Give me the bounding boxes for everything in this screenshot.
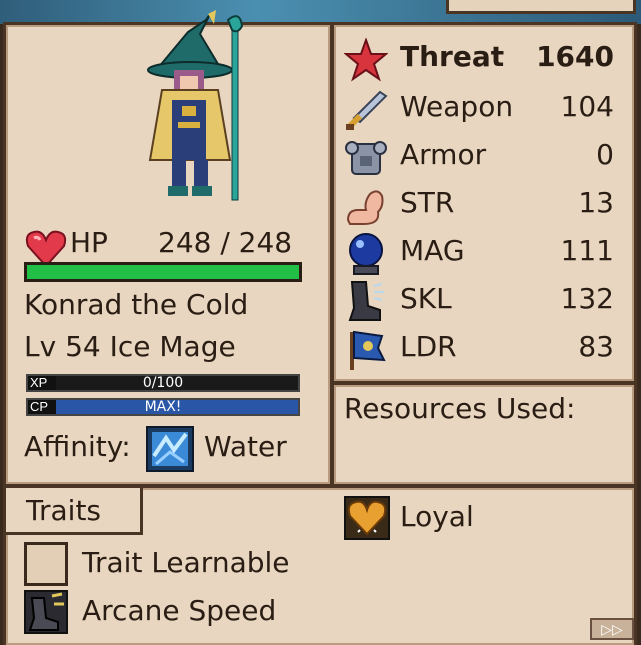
stat-value: 0 — [596, 138, 614, 171]
trait-label: Trait Learnable — [82, 546, 290, 579]
banner-icon — [350, 330, 386, 370]
empty-slot-icon[interactable] — [24, 542, 68, 586]
affinity-value: Water — [204, 430, 287, 463]
water-icon[interactable] — [146, 426, 194, 472]
stat-label: STR — [400, 186, 455, 219]
affinity-label: Affinity: — [24, 430, 131, 463]
crystal-ball-icon — [349, 233, 383, 275]
stat-value: 13 — [578, 186, 614, 219]
stat-row-skl: SKL 132 — [344, 278, 614, 324]
resources-label: Resources Used: — [344, 392, 576, 425]
stat-value: 83 — [578, 330, 614, 363]
boot-icon — [348, 281, 384, 321]
stat-row-weapon: Weapon 104 — [344, 86, 614, 132]
arcane-speed-icon[interactable] — [24, 590, 68, 634]
unit-level-class: Lv 54 Ice Mage — [24, 330, 236, 363]
unit-name: Konrad the Cold — [24, 288, 249, 321]
stat-label: Weapon — [400, 90, 514, 123]
top-tab[interactable] — [446, 0, 636, 14]
flexed-arm-icon — [346, 190, 384, 225]
stat-row-armor: Armor 0 — [344, 134, 614, 180]
trait-label: Loyal — [400, 500, 474, 533]
sword-icon — [346, 90, 388, 130]
hp-label: HP — [70, 226, 108, 259]
cp-value: MAX! — [144, 399, 182, 415]
fast-forward-button[interactable]: ▷▷ — [590, 618, 634, 640]
armor-icon — [345, 141, 387, 175]
xp-value: 0/100 — [142, 375, 184, 391]
heart-icon[interactable] — [344, 496, 390, 540]
stat-value: 104 — [560, 90, 614, 123]
stat-row-mag: MAG 111 — [344, 230, 614, 276]
stat-value: 111 — [560, 234, 614, 267]
stat-row-str: STR 13 — [344, 182, 614, 228]
unit-portrait — [147, 10, 244, 201]
hp-bar — [24, 262, 302, 282]
threat-value: 1640 — [536, 40, 614, 73]
threat-label: Threat — [400, 40, 505, 73]
hp-bar-fill — [27, 265, 299, 279]
xp-bar: XP 0/100 — [26, 374, 300, 392]
cp-bar: CP MAX! — [26, 398, 300, 416]
stat-label: SKL — [400, 282, 452, 315]
stat-label: LDR — [400, 330, 457, 363]
star-icon — [344, 38, 388, 82]
trait-label: Arcane Speed — [82, 594, 277, 627]
stat-label: Armor — [400, 138, 487, 171]
tab-traits[interactable]: Traits — [3, 485, 143, 535]
stat-label: MAG — [400, 234, 465, 267]
stat-value: 132 — [560, 282, 614, 315]
hp-value: 248 / 248 — [158, 226, 293, 259]
traits-tab-label: Traits — [26, 494, 102, 527]
stat-row-threat: Threat 1640 — [344, 36, 614, 82]
stat-row-ldr: LDR 83 — [344, 326, 614, 372]
